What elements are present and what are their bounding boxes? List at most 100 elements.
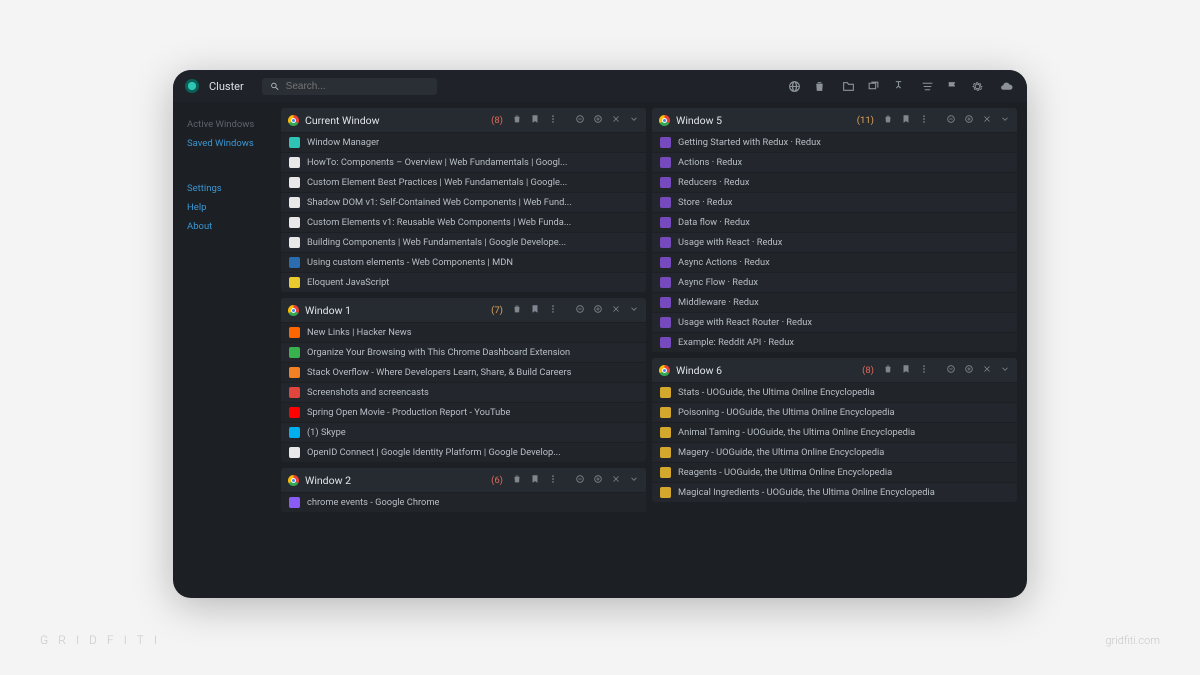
tab-row[interactable]: Animal Taming - UOGuide, the Ultima Onli… — [652, 422, 1017, 442]
collapse-icon[interactable] — [629, 304, 639, 317]
tab-row[interactable]: Poisoning - UOGuide, the Ultima Online E… — [652, 402, 1017, 422]
tab-row[interactable]: Stats - UOGuide, the Ultima Online Encyc… — [652, 382, 1017, 402]
add-icon[interactable] — [593, 114, 603, 127]
tab-count: (6) — [491, 475, 503, 486]
tab-row[interactable]: Async Actions · Redux — [652, 252, 1017, 272]
close-icon[interactable] — [982, 114, 992, 127]
tab-row[interactable]: Reagents - UOGuide, the Ultima Online En… — [652, 462, 1017, 482]
search-input[interactable] — [286, 81, 429, 92]
tab-row[interactable]: Magery - UOGuide, the Ultima Online Ency… — [652, 442, 1017, 462]
more-icon[interactable] — [919, 364, 929, 377]
tab-row[interactable]: Usage with React Router · Redux — [652, 312, 1017, 332]
tab-row[interactable]: Custom Elements v1: Reusable Web Compone… — [281, 212, 646, 232]
add-icon[interactable] — [964, 364, 974, 377]
tab-row[interactable]: Organize Your Browsing with This Chrome … — [281, 342, 646, 362]
tab-row[interactable]: Custom Element Best Practices | Web Fund… — [281, 172, 646, 192]
minimize-icon[interactable] — [575, 114, 585, 127]
tab-row[interactable]: HowTo: Components – Overview | Web Funda… — [281, 152, 646, 172]
tab-row[interactable]: (1) Skype — [281, 422, 646, 442]
minimize-icon[interactable] — [575, 474, 585, 487]
panel-header[interactable]: Window 1 (7) — [281, 298, 646, 322]
favicon — [660, 177, 671, 188]
tab-row[interactable]: Actions · Redux — [652, 152, 1017, 172]
tab-row[interactable]: New Links | Hacker News — [281, 322, 646, 342]
add-icon[interactable] — [964, 114, 974, 127]
cloud-icon[interactable] — [1000, 80, 1013, 93]
tab-row[interactable]: OpenID Connect | Google Identity Platfor… — [281, 442, 646, 462]
tab-title: Animal Taming - UOGuide, the Ultima Onli… — [678, 427, 915, 438]
tab-title: Magical Ingredients - UOGuide, the Ultim… — [678, 487, 935, 498]
sidebar-about[interactable]: About — [187, 218, 281, 235]
trash-icon[interactable] — [512, 474, 522, 487]
tab-row[interactable]: Async Flow · Redux — [652, 272, 1017, 292]
favicon — [660, 447, 671, 458]
tab-row[interactable]: Example: Reddit API · Redux — [652, 332, 1017, 352]
trash-icon[interactable] — [813, 80, 826, 93]
tab-row[interactable]: Shadow DOM v1: Self-Contained Web Compon… — [281, 192, 646, 212]
collapse-icon[interactable] — [1000, 364, 1010, 377]
bookmark-icon[interactable] — [901, 114, 911, 127]
search-box[interactable] — [262, 78, 437, 95]
tab-row[interactable]: chrome events - Google Chrome — [281, 492, 646, 512]
tab-row[interactable]: Screenshots and screencasts — [281, 382, 646, 402]
tab-title: HowTo: Components – Overview | Web Funda… — [307, 157, 567, 168]
sidebar-active-windows[interactable]: Active Windows — [187, 116, 281, 133]
close-icon[interactable] — [611, 304, 621, 317]
chrome-icon — [659, 115, 670, 126]
panel-header[interactable]: Current Window (8) — [281, 108, 646, 132]
favicon — [660, 487, 671, 498]
trash-icon[interactable] — [512, 114, 522, 127]
tab-row[interactable]: Usage with React · Redux — [652, 232, 1017, 252]
tab-row[interactable]: Building Components | Web Fundamentals |… — [281, 232, 646, 252]
bookmark-icon[interactable] — [530, 114, 540, 127]
bookmark-icon[interactable] — [530, 304, 540, 317]
tab-row[interactable]: Spring Open Movie - Production Report - … — [281, 402, 646, 422]
panel-header[interactable]: Window 2 (6) — [281, 468, 646, 492]
collapse-icon[interactable] — [629, 114, 639, 127]
trash-icon[interactable] — [883, 364, 893, 377]
more-icon[interactable] — [548, 114, 558, 127]
trash-icon[interactable] — [512, 304, 522, 317]
globe-icon[interactable] — [788, 80, 801, 93]
tab-icon[interactable] — [842, 80, 855, 93]
flag-icon[interactable] — [946, 80, 959, 93]
windows-icon[interactable] — [867, 80, 880, 93]
tab-row[interactable]: Middleware · Redux — [652, 292, 1017, 312]
sidebar-saved-windows[interactable]: Saved Windows — [187, 135, 281, 152]
sidebar-settings[interactable]: Settings — [187, 180, 281, 197]
more-icon[interactable] — [548, 304, 558, 317]
minimize-icon[interactable] — [575, 304, 585, 317]
tab-row[interactable]: Stack Overflow - Where Developers Learn,… — [281, 362, 646, 382]
minimize-icon[interactable] — [946, 114, 956, 127]
add-icon[interactable] — [593, 474, 603, 487]
minimize-icon[interactable] — [946, 364, 956, 377]
collapse-icon[interactable] — [629, 474, 639, 487]
tab-title: Reagents - UOGuide, the Ultima Online En… — [678, 467, 892, 478]
tab-title: Eloquent JavaScript — [307, 277, 389, 288]
close-icon[interactable] — [982, 364, 992, 377]
more-icon[interactable] — [919, 114, 929, 127]
merge-icon[interactable] — [892, 80, 905, 93]
tab-row[interactable]: Magical Ingredients - UOGuide, the Ultim… — [652, 482, 1017, 502]
bookmark-icon[interactable] — [901, 364, 911, 377]
panel-header[interactable]: Window 5 (11) — [652, 108, 1017, 132]
settings-icon[interactable] — [971, 80, 984, 93]
tab-row[interactable]: Data flow · Redux — [652, 212, 1017, 232]
panel-header[interactable]: Window 6 (8) — [652, 358, 1017, 382]
tab-row[interactable]: Using custom elements - Web Components |… — [281, 252, 646, 272]
tab-row[interactable]: Eloquent JavaScript — [281, 272, 646, 292]
tab-row[interactable]: Getting Started with Redux · Redux — [652, 132, 1017, 152]
trash-icon[interactable] — [883, 114, 893, 127]
sort-icon[interactable] — [921, 80, 934, 93]
tab-row[interactable]: Reducers · Redux — [652, 172, 1017, 192]
more-icon[interactable] — [548, 474, 558, 487]
add-icon[interactable] — [593, 304, 603, 317]
favicon — [660, 317, 671, 328]
collapse-icon[interactable] — [1000, 114, 1010, 127]
sidebar-help[interactable]: Help — [187, 199, 281, 216]
bookmark-icon[interactable] — [530, 474, 540, 487]
tab-row[interactable]: Store · Redux — [652, 192, 1017, 212]
close-icon[interactable] — [611, 474, 621, 487]
tab-row[interactable]: Window Manager — [281, 132, 646, 152]
close-icon[interactable] — [611, 114, 621, 127]
